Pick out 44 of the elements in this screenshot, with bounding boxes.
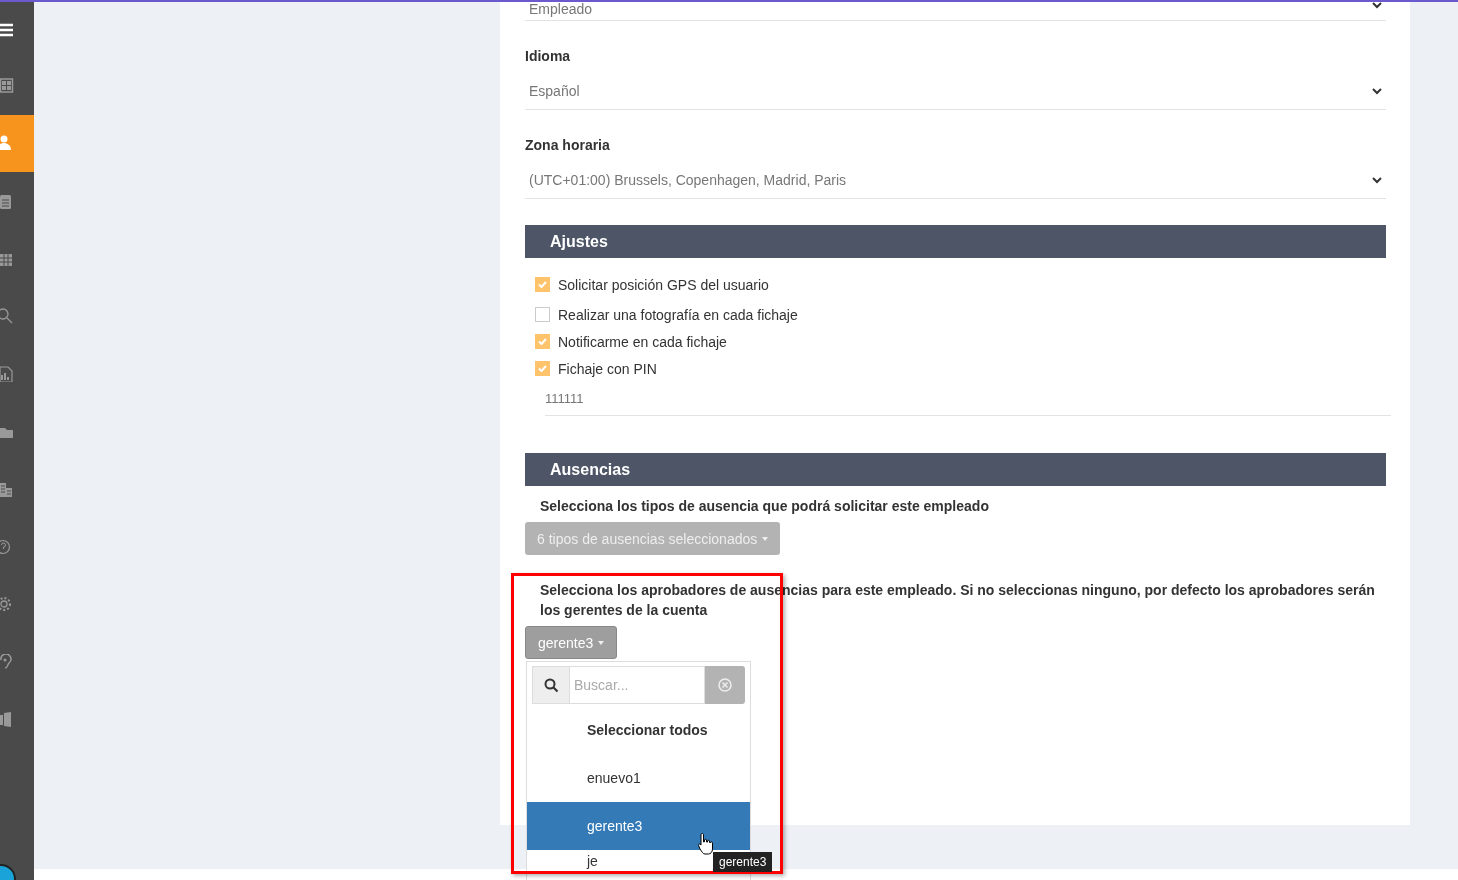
- checkbox-label: Solicitar posición GPS del usuario: [558, 276, 769, 293]
- person-icon: [0, 135, 14, 152]
- menu-option[interactable]: gerente3: [527, 802, 750, 850]
- chevron-down-icon: [1372, 176, 1382, 184]
- checkbox[interactable]: [535, 307, 550, 322]
- checkbox[interactable]: [535, 277, 550, 292]
- check-icon: [538, 365, 547, 372]
- select-field[interactable]: (UTC+01:00) Brussels, Copenhagen, Madrid, Paris: [525, 162, 1386, 199]
- document-chart-icon: [0, 365, 14, 382]
- select-field[interactable]: Empleado: [525, 2, 1386, 21]
- checkbox[interactable]: [535, 334, 550, 349]
- clear-icon: [718, 678, 732, 692]
- field-label: Idioma: [525, 47, 572, 65]
- ear-icon: [0, 653, 14, 670]
- sidebar-item[interactable]: [0, 114, 34, 173]
- menu-option[interactable]: enuevo1: [527, 754, 750, 802]
- select-field[interactable]: Español: [525, 73, 1386, 110]
- section-header: Ajustes: [525, 225, 1386, 258]
- caret-icon: [762, 536, 769, 541]
- caret-icon: [598, 640, 605, 645]
- checkbox[interactable]: [535, 361, 550, 376]
- pin-field[interactable]: 111111: [545, 382, 1391, 416]
- hand-cursor-icon: [698, 832, 714, 856]
- chevron-down-icon: [1372, 2, 1382, 9]
- field-label: Zona horaria: [525, 136, 611, 154]
- select-all-option[interactable]: Seleccionar todos: [527, 706, 750, 754]
- search-icon: [0, 308, 14, 325]
- search-field[interactable]: Buscar...: [570, 666, 705, 704]
- search-icon: [532, 666, 570, 704]
- checkbox-label: Fichaje con PIN: [558, 360, 657, 377]
- chevron-down-icon: [1372, 87, 1382, 95]
- menu-icon: [0, 21, 14, 38]
- tooltip: gerente3: [713, 852, 773, 872]
- check-icon: [538, 338, 547, 345]
- prompt-text: Selecciona los tipos de ausencia que podrá solicitar este empleado: [539, 497, 990, 516]
- clear-button[interactable]: [705, 666, 745, 704]
- grid-icon: [0, 77, 14, 94]
- approvers-dropdown[interactable]: gerente3: [525, 626, 618, 659]
- checkbox-label: Notificarme en cada fichaje: [558, 333, 727, 350]
- door-icon: [0, 711, 14, 728]
- check-icon: [538, 281, 547, 288]
- section-header: Ausencias: [525, 453, 1386, 486]
- checkbox-label: Realizar una fotografía en cada fichaje: [558, 306, 798, 323]
- settings-icon: [0, 596, 14, 613]
